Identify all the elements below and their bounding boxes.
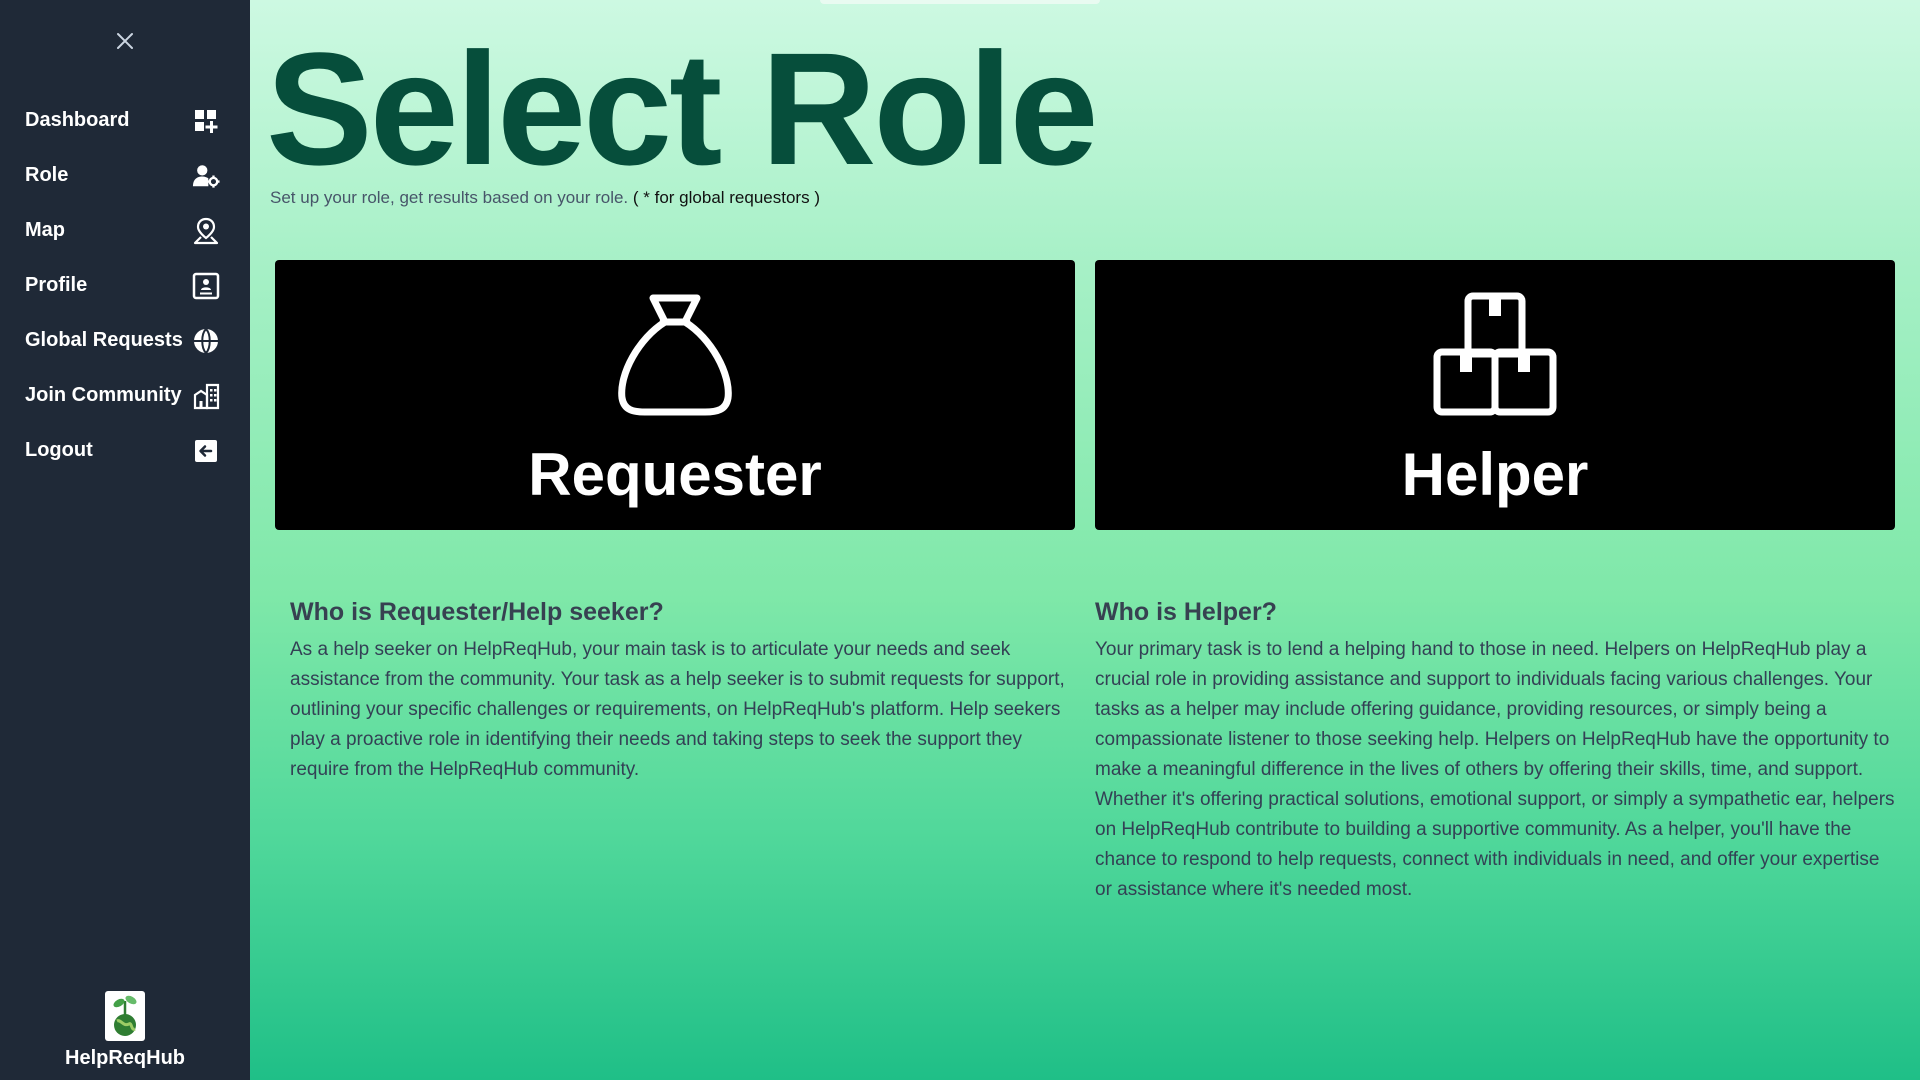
- requester-info: Who is Requester/Help seeker? As a help …: [290, 598, 1070, 785]
- sidebar-item-label: Logout: [25, 439, 93, 461]
- map-pin-user-icon: [192, 217, 220, 245]
- subtitle-text: Set up your role, get results based on y…: [270, 188, 629, 207]
- brand-name: HelpReqHub: [65, 1047, 185, 1069]
- sidebar-item-dashboard[interactable]: Dashboard: [0, 93, 250, 148]
- stacked-boxes-icon: [1095, 292, 1895, 416]
- sidebar-item-label: Role: [25, 164, 69, 186]
- sidebar-item-label: Profile: [25, 274, 88, 296]
- helper-info: Who is Helper? Your primary task is to l…: [1095, 598, 1895, 905]
- community-building-icon: [192, 382, 220, 410]
- helper-info-body: Your primary task is to lend a helping h…: [1095, 639, 1895, 900]
- logout-icon: [192, 437, 220, 465]
- helper-role-card[interactable]: Helper: [1095, 260, 1895, 530]
- money-bag-icon: [275, 292, 1075, 416]
- requester-info-body: As a help seeker on HelpReqHub, your mai…: [290, 639, 1065, 780]
- sidebar-item-label: Dashboard: [25, 109, 130, 131]
- plant-globe-logo: [105, 991, 145, 1041]
- page-title: Select Role: [266, 19, 1099, 198]
- requester-role-label: Requester: [528, 441, 822, 508]
- subtitle-note: ( * for global requestors ): [632, 188, 820, 207]
- dashboard-add-icon: [192, 107, 220, 135]
- sidebar-item-join-community[interactable]: Join Community: [0, 368, 250, 423]
- brand[interactable]: HelpReqHub: [0, 991, 250, 1070]
- requester-role-card[interactable]: Requester: [275, 260, 1075, 530]
- globe-icon: [192, 327, 220, 355]
- sidebar-nav: Dashboard Role Map Profile Global Reques…: [0, 93, 250, 478]
- top-tab-indicator: [820, 0, 1100, 4]
- sidebar-item-label: Join Community: [25, 384, 182, 406]
- profile-card-icon: [192, 272, 220, 300]
- sidebar-item-label: Map: [25, 219, 65, 241]
- main-content: Select Role Set up your role, get result…: [250, 0, 1920, 1080]
- helper-role-label: Helper: [1401, 441, 1589, 508]
- sidebar-item-role[interactable]: Role: [0, 148, 250, 203]
- page-subtitle: Set up your role, get results based on y…: [270, 188, 820, 208]
- sidebar: Dashboard Role Map Profile Global Reques…: [0, 0, 250, 1080]
- requester-info-heading: Who is Requester/Help seeker?: [290, 598, 664, 626]
- close-sidebar-button[interactable]: [111, 27, 139, 55]
- sidebar-item-label: Global Requests: [25, 329, 183, 351]
- sidebar-item-logout[interactable]: Logout: [0, 423, 250, 478]
- close-icon: [117, 33, 133, 49]
- sidebar-item-profile[interactable]: Profile: [0, 258, 250, 313]
- user-settings-icon: [192, 162, 220, 190]
- sidebar-item-global-requests[interactable]: Global Requests: [0, 313, 250, 368]
- sidebar-item-map[interactable]: Map: [0, 203, 250, 258]
- helper-info-heading: Who is Helper?: [1095, 598, 1277, 626]
